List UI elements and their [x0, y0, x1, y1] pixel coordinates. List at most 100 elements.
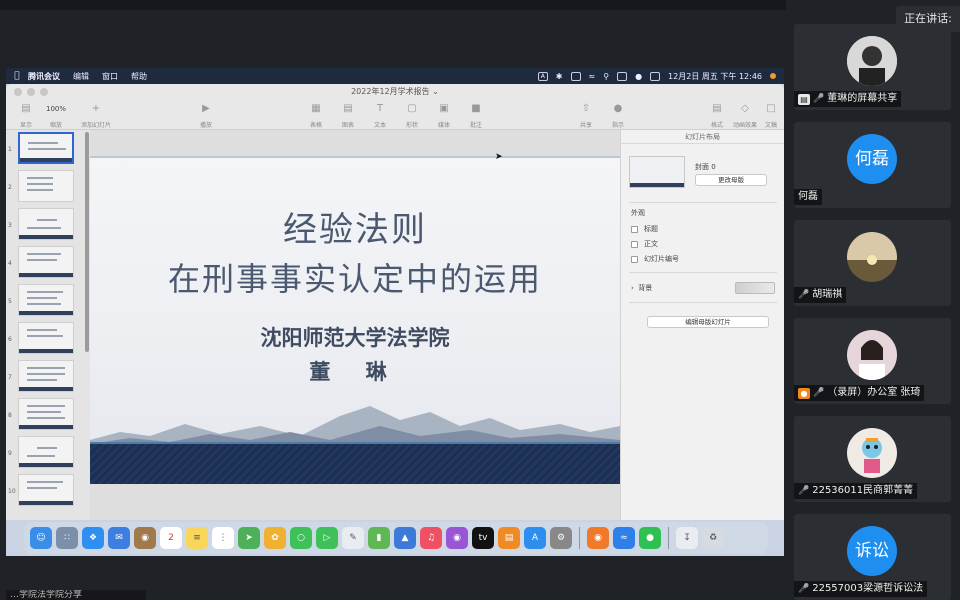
participant-name: 22536011民商郭菁菁 — [812, 485, 914, 496]
apple-menu-icon[interactable]:  — [6, 71, 28, 81]
participant-name: 22557003梁源哲诉讼法 — [812, 583, 924, 594]
format-button[interactable]: ▤ 格式 — [704, 100, 730, 129]
keynote-titlebar: 2022年12月学术报告 ⌄ — [6, 84, 784, 100]
control-center-icon[interactable] — [650, 71, 661, 81]
facetime-icon[interactable]: ▷ — [316, 527, 338, 549]
slide-organization: 沈阳师范大学法学院 — [260, 326, 450, 350]
divider — [629, 302, 777, 303]
master-thumbnail[interactable] — [629, 156, 685, 188]
photos-icon[interactable]: ✿ — [264, 527, 286, 549]
reminders-icon[interactable]: ⋮ — [212, 527, 234, 549]
background-fill-well[interactable] — [735, 282, 775, 294]
system-settings-icon[interactable]: ⚙ — [550, 527, 572, 549]
document-button[interactable]: □ 文稿 — [758, 100, 784, 129]
search-icon[interactable]: ⚲ — [603, 72, 609, 81]
music-icon[interactable]: ♫ — [420, 527, 442, 549]
messages-icon[interactable]: ○ — [290, 527, 312, 549]
edit-master-button[interactable]: 编辑母版幻灯片 — [647, 316, 769, 328]
participant-tile[interactable]: 何磊 何磊 — [794, 122, 951, 208]
document-title-text: 2022年12月学术报告 — [351, 87, 430, 96]
wifi-icon[interactable]: ≈ — [589, 72, 596, 81]
slide-thumbnail[interactable] — [18, 436, 74, 468]
screen-share-icon[interactable] — [617, 71, 628, 81]
safari-icon[interactable]: ❖ — [82, 527, 104, 549]
slide-title: 经验法则 — [283, 210, 427, 250]
change-master-button[interactable]: 更改母版 — [695, 174, 767, 186]
menu-window[interactable]: 窗口 — [102, 71, 118, 82]
body-checkbox[interactable]: 正文 — [631, 239, 658, 249]
slide-subtitle: 在刑事事实认定中的运用 — [167, 260, 542, 298]
zoom-label: 缩放 — [49, 122, 62, 129]
participant-tile[interactable]: ▤ 🎤 董琳的屏幕共享 — [794, 24, 951, 110]
downloads-folder-icon[interactable]: ↧ — [676, 527, 698, 549]
slide-thumbnail[interactable] — [18, 132, 74, 164]
animate-button[interactable]: ◇ 动画效果 — [728, 100, 762, 129]
title-checkbox[interactable]: 标题 — [631, 224, 658, 234]
checkbox-box — [631, 255, 638, 263]
slide-thumbnail[interactable] — [18, 398, 74, 430]
apple-tv-icon[interactable]: tv — [472, 527, 494, 549]
notes-icon[interactable]: ≡ — [186, 527, 208, 549]
slide-number: 9 — [8, 450, 12, 457]
comment-icon: ■ — [471, 103, 481, 114]
trash-icon[interactable]: ♻ — [702, 527, 724, 549]
contacts-icon[interactable]: ◉ — [134, 527, 156, 549]
inspector-panel: 幻灯片布局 封面 0 更改母版 外观 标题 正文 幻灯片编号 › 背景 编辑母版… — [620, 130, 784, 520]
menu-edit[interactable]: 编辑 — [73, 71, 89, 82]
numbers-icon[interactable]: ▮ — [368, 527, 390, 549]
slide-number: 8 — [8, 412, 12, 419]
mic-muted-icon: 🎤 — [813, 94, 825, 104]
participant-name-bar: ● 🎤 （录屏）办公室 张琦 — [794, 385, 925, 401]
maps-icon[interactable]: ➤ — [238, 527, 260, 549]
slide-thumbnail[interactable] — [18, 170, 74, 202]
user-icon[interactable]: ● — [635, 72, 642, 81]
keynote-icon[interactable]: ▲ — [394, 527, 416, 549]
keyboard-icon[interactable]: A — [537, 71, 548, 81]
avatar: 何磊 — [847, 134, 897, 184]
bluetooth-icon[interactable]: ✱ — [556, 72, 563, 81]
battery-icon[interactable] — [570, 71, 581, 81]
freeform-icon[interactable]: ✎ — [342, 527, 364, 549]
add-slide-button[interactable]: + 添加幻灯片 — [72, 100, 120, 129]
slide-thumbnail[interactable] — [18, 360, 74, 392]
slide-number-checkbox[interactable]: 幻灯片编号 — [631, 254, 679, 264]
participant-tile[interactable]: 诉讼法 🎤 22557003梁源哲诉讼法 — [794, 514, 951, 600]
books-icon[interactable]: ▤ — [498, 527, 520, 549]
document-title[interactable]: 2022年12月学术报告 ⌄ — [6, 86, 784, 97]
calendar-icon[interactable]: 2 — [160, 527, 182, 549]
slide-canvas[interactable]: 经验法则 在刑事事实认定中的运用 沈阳师范大学法学院 董 琳 ➤ — [90, 130, 620, 520]
participant-tile[interactable]: 🎤 胡瑞祺 — [794, 220, 951, 306]
podcasts-icon[interactable]: ◉ — [446, 527, 468, 549]
comment-button[interactable]: ■ 批注 — [456, 100, 496, 129]
slide-thumbnail[interactable] — [18, 208, 74, 240]
screen-recorder-icon[interactable]: ◉ — [587, 527, 609, 549]
checkbox-label: 标题 — [644, 225, 658, 233]
participant-tile[interactable]: 🎤 22536011民商郭菁菁 — [794, 416, 951, 502]
navigator-scrollbar[interactable] — [85, 132, 89, 352]
wechat-icon[interactable]: ● — [639, 527, 661, 549]
slide-thumbnail[interactable] — [18, 246, 74, 278]
menu-app-name[interactable]: 腾讯会议 — [28, 71, 60, 82]
background-disclosure[interactable]: › 背景 — [631, 283, 652, 293]
participant-tile[interactable]: ● 🎤 （录屏）办公室 张琦 — [794, 318, 951, 404]
slide-author: 董 琳 — [309, 360, 401, 384]
document-icon: □ — [766, 103, 776, 114]
add-slide-label: 添加幻灯片 — [80, 122, 111, 129]
tip-button[interactable]: ● 指示 — [598, 100, 638, 129]
slide-thumbnail[interactable] — [18, 284, 74, 316]
zoom-button[interactable]: 100% 缩放 — [36, 100, 76, 129]
mail-icon[interactable]: ✉ — [108, 527, 130, 549]
current-slide[interactable]: 经验法则 在刑事事实认定中的运用 沈阳师范大学法学院 董 琳 — [90, 156, 620, 484]
mic-muted-icon: 🎤 — [798, 290, 810, 300]
menu-help[interactable]: 帮助 — [131, 71, 147, 82]
launchpad-icon[interactable]: ∷ — [56, 527, 78, 549]
avatar: 诉讼法 — [847, 526, 897, 576]
menubar-clock[interactable]: 12月2日 周五 下午 12:46 — [668, 71, 762, 82]
app-store-icon[interactable]: A — [524, 527, 546, 549]
slide-thumbnail[interactable] — [18, 322, 74, 354]
keynote-window: 2022年12月学术报告 ⌄ ▤ 显示 100% 缩放 + 添加幻灯片 ▶ 播放 ▦ 表格… — [6, 84, 784, 520]
play-button[interactable]: ▶ 播放 — [186, 100, 226, 129]
tencent-meeting-icon[interactable]: ≈ — [613, 527, 635, 549]
slide-thumbnail[interactable] — [18, 474, 74, 506]
finder-icon[interactable]: ☺ — [30, 527, 52, 549]
